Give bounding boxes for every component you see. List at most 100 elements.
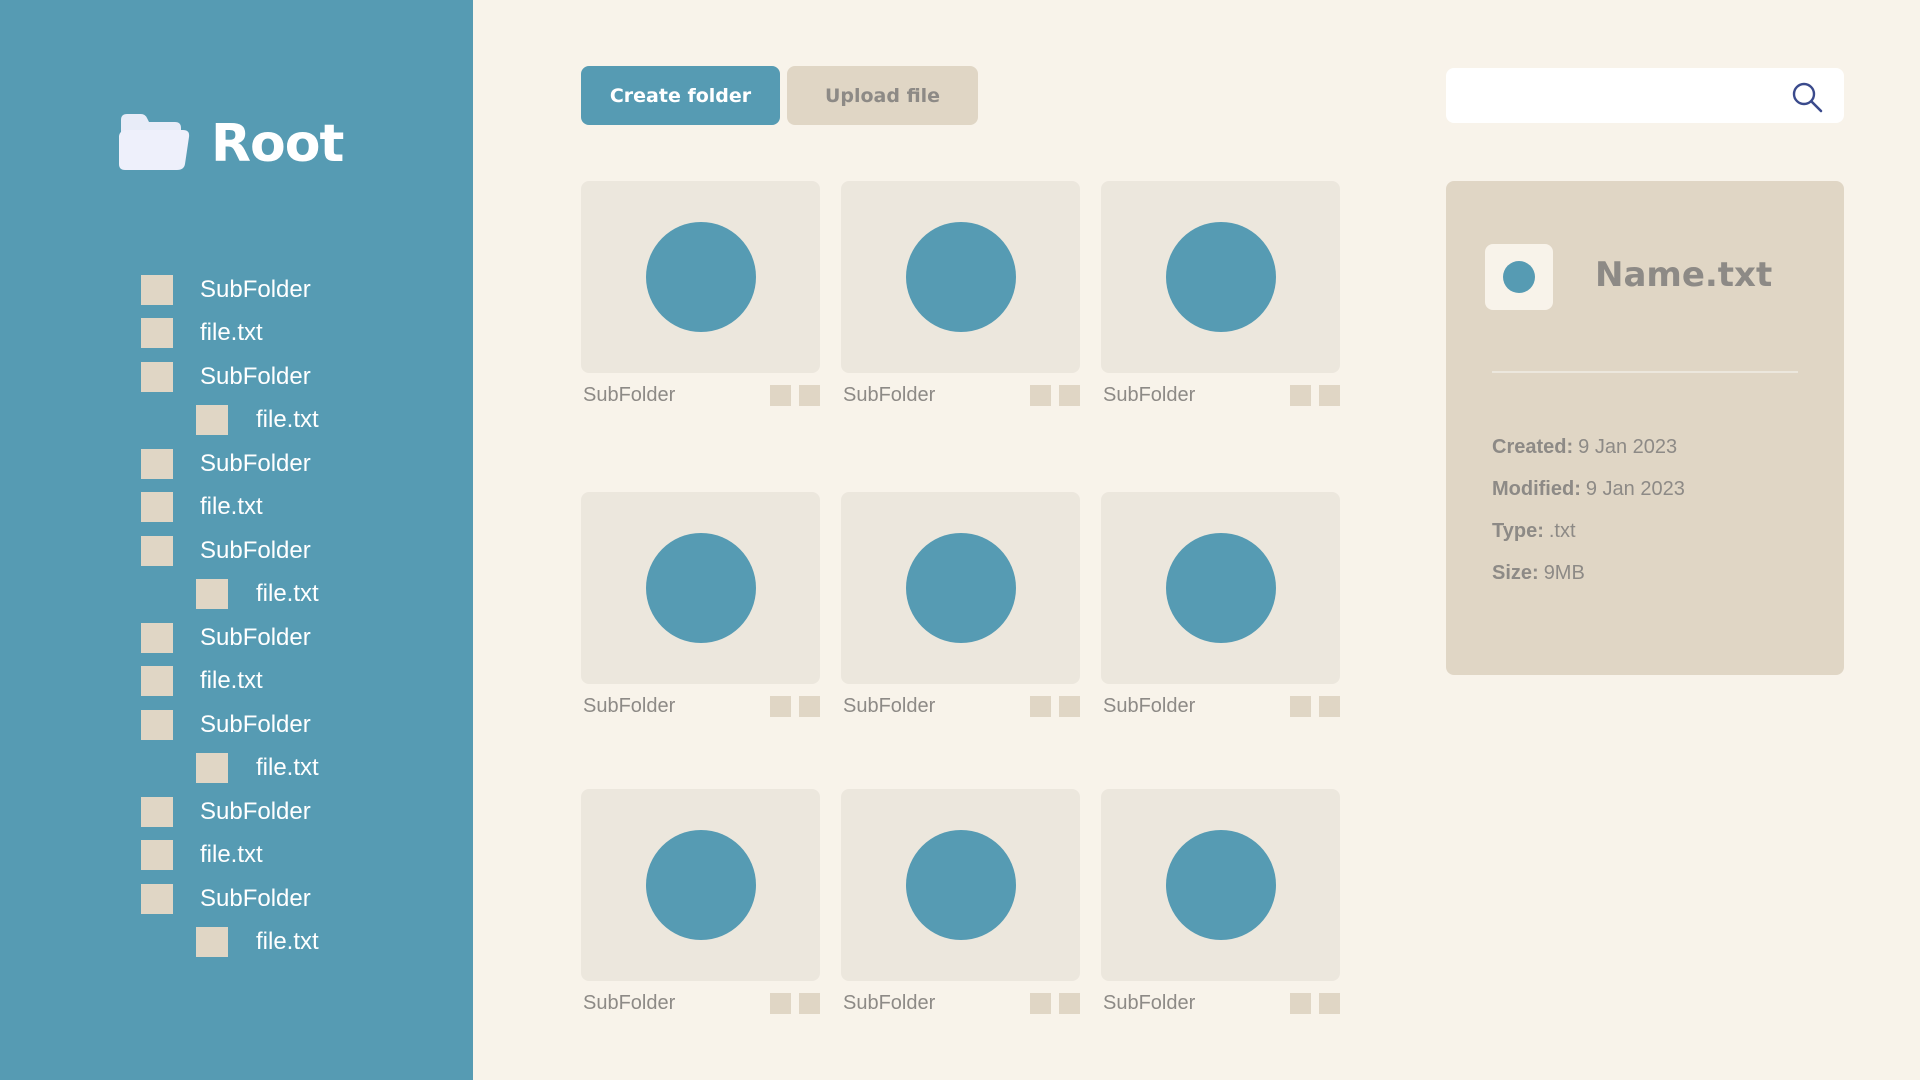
details-divider	[1492, 371, 1798, 373]
folder-tree: SubFolder file.txt SubFolder file.txt SubFol…	[141, 268, 441, 964]
tree-item-label: SubFolder	[200, 362, 311, 390]
tree-item-icon	[141, 535, 173, 566]
tree-item[interactable]: file.txt	[141, 312, 441, 356]
folder-thumbnail[interactable]	[581, 789, 820, 981]
tree-item-label: file.txt	[200, 667, 263, 695]
folder-thumbnail[interactable]	[841, 789, 1080, 981]
card-footer: SubFolder	[1101, 373, 1340, 417]
details-file-name: Name.txt	[1595, 255, 1773, 295]
card-action-button[interactable]	[799, 992, 820, 1014]
tree-item[interactable]: SubFolder	[141, 529, 441, 573]
folder-thumbnail-icon	[905, 830, 1016, 940]
meta-value: .txt	[1548, 520, 1576, 542]
folder-thumbnail[interactable]	[581, 181, 820, 373]
folder-card[interactable]: SubFolder	[841, 492, 1080, 728]
tree-item[interactable]: file.txt	[141, 573, 441, 617]
card-footer: SubFolder	[581, 373, 820, 417]
meta-key: Size:	[1492, 562, 1539, 584]
tree-item[interactable]: SubFolder	[141, 790, 441, 834]
card-action-button[interactable]	[770, 384, 791, 406]
tree-item-icon	[141, 840, 173, 871]
tree-item-label: SubFolder	[200, 536, 311, 564]
tree-item-icon	[196, 579, 228, 610]
card-action-button[interactable]	[1290, 992, 1311, 1014]
folder-card-label: SubFolder	[843, 991, 936, 1014]
meta-key: Modified:	[1492, 478, 1581, 500]
folder-card-label: SubFolder	[843, 383, 936, 406]
folder-thumbnail[interactable]	[581, 492, 820, 684]
meta-key: Type:	[1492, 520, 1544, 542]
tree-item[interactable]: file.txt	[141, 747, 441, 791]
tree-item-label: SubFolder	[200, 275, 311, 303]
tree-item[interactable]: file.txt	[141, 660, 441, 704]
tree-item-label: file.txt	[200, 841, 263, 869]
card-action-button[interactable]	[770, 695, 791, 717]
tree-item[interactable]: file.txt	[141, 399, 441, 443]
tree-item[interactable]: file.txt	[141, 921, 441, 965]
folder-thumbnail-icon	[645, 222, 756, 332]
folder-card[interactable]: SubFolder	[581, 492, 820, 728]
folder-thumbnail[interactable]	[1101, 492, 1340, 684]
card-action-button[interactable]	[1290, 695, 1311, 717]
card-action-button[interactable]	[1030, 695, 1051, 717]
folder-card[interactable]: SubFolder	[841, 789, 1080, 1025]
folder-thumbnail-icon	[905, 533, 1016, 643]
folder-card[interactable]: SubFolder	[841, 181, 1080, 417]
search-box	[1446, 68, 1844, 123]
tree-item-icon	[141, 274, 173, 305]
tree-item-icon	[196, 753, 228, 784]
tree-item[interactable]: file.txt	[141, 486, 441, 530]
search-input[interactable]	[1446, 68, 1786, 123]
create-folder-button[interactable]: Create folder	[581, 66, 780, 125]
tree-item-icon	[141, 448, 173, 479]
card-action-button[interactable]	[1059, 695, 1080, 717]
card-action-button[interactable]	[1319, 695, 1340, 717]
folder-card[interactable]: SubFolder	[581, 181, 820, 417]
tree-item[interactable]: SubFolder	[141, 355, 441, 399]
folder-card-label: SubFolder	[1103, 383, 1196, 406]
search-icon[interactable]	[1790, 80, 1824, 114]
folder-card[interactable]: SubFolder	[1101, 789, 1340, 1025]
meta-row: Modified: 9 Jan 2023	[1492, 478, 1685, 520]
tree-item[interactable]: SubFolder	[141, 616, 441, 660]
root-header[interactable]: Root	[117, 110, 344, 177]
folder-card[interactable]: SubFolder	[1101, 492, 1340, 728]
tree-item-label: file.txt	[256, 580, 319, 608]
card-action-button[interactable]	[1290, 384, 1311, 406]
tree-item[interactable]: file.txt	[141, 834, 441, 878]
card-action-button[interactable]	[799, 695, 820, 717]
tree-item-label: SubFolder	[200, 449, 311, 477]
card-action-button[interactable]	[799, 384, 820, 406]
card-action-button[interactable]	[1030, 992, 1051, 1014]
folder-thumbnail[interactable]	[841, 492, 1080, 684]
folder-thumbnail[interactable]	[841, 181, 1080, 373]
card-action-button[interactable]	[1030, 384, 1051, 406]
folder-card[interactable]: SubFolder	[1101, 181, 1340, 417]
card-action-button[interactable]	[1319, 992, 1340, 1014]
tree-item-label: file.txt	[256, 406, 319, 434]
card-action-button[interactable]	[770, 992, 791, 1014]
tree-item-icon	[141, 666, 173, 697]
card-footer: SubFolder	[1101, 981, 1340, 1025]
tree-item-label: file.txt	[200, 319, 263, 347]
folder-thumbnail[interactable]	[1101, 181, 1340, 373]
details-panel: Name.txt Created: 9 Jan 2023 Modified: 9 Ja…	[1446, 181, 1844, 675]
folder-thumbnail-icon	[905, 222, 1016, 332]
tree-item-label: SubFolder	[200, 710, 311, 738]
folder-thumbnail[interactable]	[1101, 789, 1340, 981]
tree-item[interactable]: SubFolder	[141, 703, 441, 747]
upload-file-button[interactable]: Upload file	[787, 66, 978, 125]
tree-item-icon	[141, 796, 173, 827]
meta-row: Type: .txt	[1492, 520, 1685, 562]
card-action-button[interactable]	[1319, 384, 1340, 406]
card-action-button[interactable]	[1059, 384, 1080, 406]
folder-thumbnail-icon	[645, 830, 756, 940]
tree-item[interactable]: SubFolder	[141, 268, 441, 312]
folder-card-label: SubFolder	[843, 694, 936, 717]
card-footer: SubFolder	[1101, 684, 1340, 728]
tree-item-icon	[141, 361, 173, 392]
folder-card[interactable]: SubFolder	[581, 789, 820, 1025]
card-action-button[interactable]	[1059, 992, 1080, 1014]
tree-item[interactable]: SubFolder	[141, 442, 441, 486]
tree-item[interactable]: SubFolder	[141, 877, 441, 921]
